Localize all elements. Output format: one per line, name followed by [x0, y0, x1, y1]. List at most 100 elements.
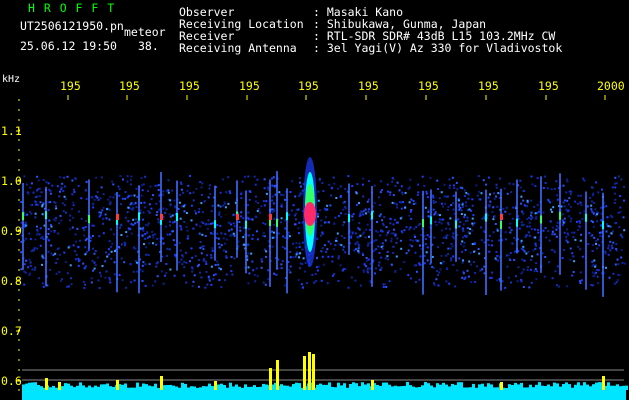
- noise-dot: [550, 208, 552, 211]
- noise-dot: [242, 217, 245, 220]
- noise-dot: [535, 262, 538, 265]
- baseline-trace: [193, 386, 196, 390]
- noise-dot: [28, 258, 31, 261]
- noise-dot: [254, 195, 257, 198]
- noise-dot: [480, 192, 483, 195]
- baseline-trace: [64, 383, 67, 390]
- baseline-trace: [487, 383, 490, 390]
- noise-dot: [469, 228, 472, 230]
- noise-dot: [403, 229, 406, 232]
- noise-dot: [55, 207, 58, 210]
- noise-dot: [91, 224, 94, 227]
- noise-dot: [472, 261, 475, 264]
- noise-dot: [105, 251, 107, 254]
- signal-peak: [602, 376, 605, 390]
- noise-dot: [284, 198, 286, 201]
- noise-dot: [182, 191, 184, 194]
- noise-dot: [576, 202, 579, 205]
- noise-dot: [55, 216, 58, 219]
- y-tick-label: 0.7: [1, 324, 22, 338]
- baseline-trace: [544, 386, 547, 390]
- noise-dot: [496, 279, 498, 282]
- noise-dot: [227, 176, 230, 179]
- baseline-trace: [262, 383, 265, 390]
- noise-dot: [67, 246, 70, 249]
- noise-dot: [295, 242, 298, 245]
- noise-dot: [31, 249, 34, 252]
- noise-dot: [471, 198, 474, 201]
- noise-dot: [492, 218, 495, 221]
- baseline-trace: [403, 385, 406, 390]
- noise-dot: [542, 229, 545, 232]
- baseline-trace: [424, 382, 427, 390]
- noise-dot: [210, 222, 213, 225]
- noise-dot: [527, 266, 530, 269]
- noise-dot: [216, 232, 219, 235]
- noise-dot: [516, 280, 519, 283]
- noise-dot: [242, 243, 245, 246]
- noise-dot: [335, 197, 338, 199]
- noise-dot: [289, 256, 292, 259]
- noise-dot: [207, 196, 210, 199]
- noise-dot: [317, 265, 320, 268]
- noise-dot: [108, 203, 111, 206]
- baseline-trace: [358, 386, 361, 390]
- noise-dot: [261, 260, 263, 263]
- noise-dot: [595, 240, 597, 243]
- noise-dot: [281, 260, 284, 263]
- baseline-trace: [100, 384, 103, 390]
- noise-dot: [394, 234, 397, 237]
- noise-dot: [367, 210, 370, 213]
- noise-dot: [100, 211, 103, 214]
- baseline-trace: [247, 386, 250, 390]
- noise-dot: [366, 267, 369, 270]
- baseline-trace: [553, 382, 556, 390]
- meteor-streak: [138, 185, 140, 294]
- noise-dot: [256, 210, 259, 212]
- noise-dot: [566, 180, 569, 183]
- noise-dot: [458, 257, 461, 260]
- noise-dot: [289, 265, 292, 268]
- noise-dot: [456, 269, 459, 272]
- baseline-trace: [505, 388, 508, 390]
- noise-dot: [92, 247, 94, 250]
- noise-dot: [344, 213, 347, 215]
- noise-dot: [248, 272, 251, 275]
- noise-dot: [273, 185, 276, 187]
- baseline-trace: [187, 387, 190, 390]
- noise-dot: [280, 205, 283, 208]
- noise-dot: [368, 180, 371, 182]
- noise-dot: [617, 211, 620, 214]
- noise-dot: [404, 206, 407, 209]
- noise-dot: [294, 195, 297, 198]
- noise-dot: [579, 271, 582, 274]
- noise-dot: [388, 229, 390, 232]
- noise-dot: [438, 271, 441, 274]
- noise-dot: [417, 224, 420, 227]
- noise-dot: [173, 220, 176, 223]
- noise-dot: [91, 235, 94, 237]
- y-tick-label: 0.8: [1, 274, 22, 288]
- baseline-trace: [616, 384, 619, 390]
- noise-dot: [380, 245, 383, 248]
- noise-dot: [121, 197, 124, 200]
- noise-dot: [551, 277, 554, 280]
- noise-dot: [609, 240, 612, 243]
- noise-dot: [154, 280, 157, 283]
- noise-dot: [385, 286, 388, 288]
- noise-dot: [452, 202, 455, 205]
- noise-dot: [36, 203, 39, 206]
- noise-dot: [98, 271, 101, 274]
- baseline-trace: [235, 384, 238, 390]
- noise-dot: [169, 204, 172, 207]
- baseline-trace: [97, 386, 100, 390]
- noise-dot: [562, 221, 565, 224]
- noise-dot: [344, 188, 347, 190]
- noise-dot: [210, 210, 213, 213]
- baseline-trace: [265, 384, 268, 390]
- meteor-streak: [22, 183, 24, 270]
- noise-dot: [611, 230, 614, 233]
- noise-dot: [510, 281, 512, 284]
- noise-dot: [400, 185, 403, 188]
- noise-dot: [229, 264, 232, 267]
